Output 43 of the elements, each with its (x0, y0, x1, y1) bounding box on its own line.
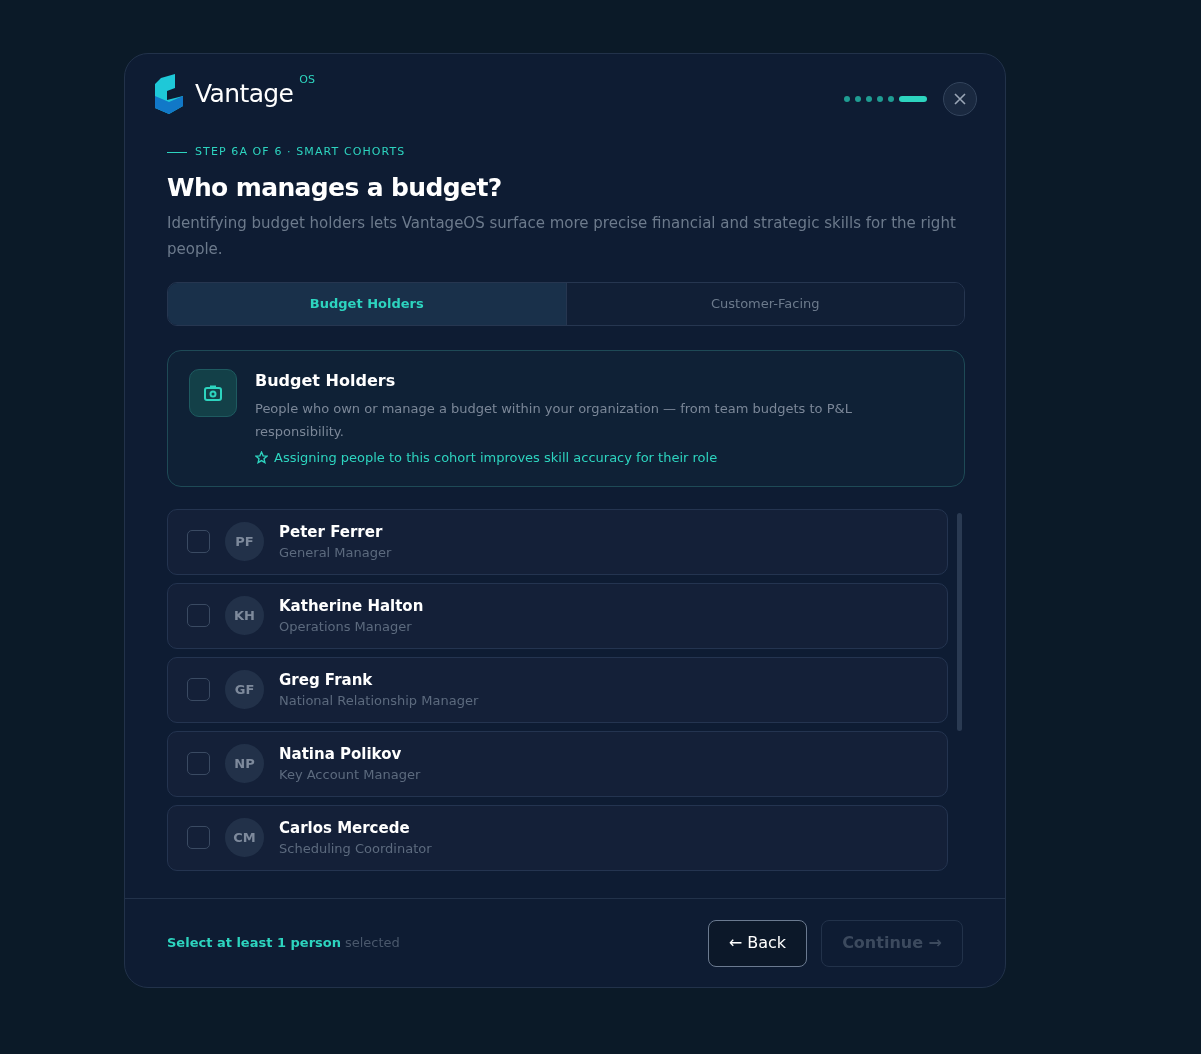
cohort-description: People who own or manage a budget within your organization — from team budgets to P&L responsibility. (255, 400, 853, 441)
selection-count: selected (344, 934, 400, 953)
person-row[interactable]: KH Katherine Halton Operations Manager (167, 582, 948, 649)
cohort-hint: Assigning people to this cohort improves skill accuracy for their role (274, 449, 718, 467)
page-subtitle: Identifying budget holders lets VantageOS surface more precise financial and strategic skills for the right people. (167, 213, 957, 260)
person-role: General Manager (279, 544, 392, 562)
tab[interactable]: Customer-Facing (565, 283, 964, 325)
scrollbar[interactable] (957, 512, 962, 731)
person-row[interactable]: PF Peter Ferrer General Manager (167, 508, 948, 575)
person-name: Carlos Mercede (279, 817, 411, 839)
avatar: GF (225, 670, 264, 709)
checkbox[interactable] (187, 604, 210, 627)
back-button[interactable]: ← Back (707, 919, 808, 967)
person-name: Natina Polikov (279, 743, 403, 765)
close-icon (954, 93, 966, 105)
step-label: STEP 6A OF 6 · SMART COHORTS (195, 144, 406, 160)
avatar: PF (225, 522, 264, 561)
person-role: Key Account Manager (279, 766, 421, 784)
checkbox[interactable] (187, 530, 210, 553)
close-button[interactable] (943, 82, 977, 116)
avatar: KH (225, 596, 264, 635)
cohort-title: Budget Holders (255, 370, 397, 392)
camera-icon (204, 385, 222, 401)
person-role: National Relationship Manager (279, 692, 479, 710)
person-role: Scheduling Coordinator (279, 840, 432, 858)
person-name: Katherine Halton (279, 595, 424, 617)
avatar: CM (225, 818, 264, 857)
star-icon (255, 451, 268, 465)
selection-prompt: Select at least 1 person (167, 934, 341, 953)
brand-name: Vantage (195, 78, 294, 111)
checkbox[interactable] (187, 752, 210, 775)
person-name: Peter Ferrer (279, 521, 384, 543)
brand-superscript: OS (299, 72, 315, 88)
checkbox[interactable] (187, 826, 210, 849)
checkbox[interactable] (187, 678, 210, 701)
person-row[interactable]: CM Carlos Mercede Scheduling Coordinator (167, 804, 948, 871)
person-name: Greg Frank (279, 669, 374, 691)
person-row[interactable]: NP Natina Polikov Key Account Manager (167, 730, 948, 797)
person-row[interactable]: GF Greg Frank National Relationship Manager (167, 656, 948, 723)
avatar: NP (225, 744, 264, 783)
page-title: Who manages a budget? (167, 171, 503, 204)
tab[interactable]: Budget Holders (168, 283, 566, 325)
person-role: Operations Manager (279, 618, 413, 636)
